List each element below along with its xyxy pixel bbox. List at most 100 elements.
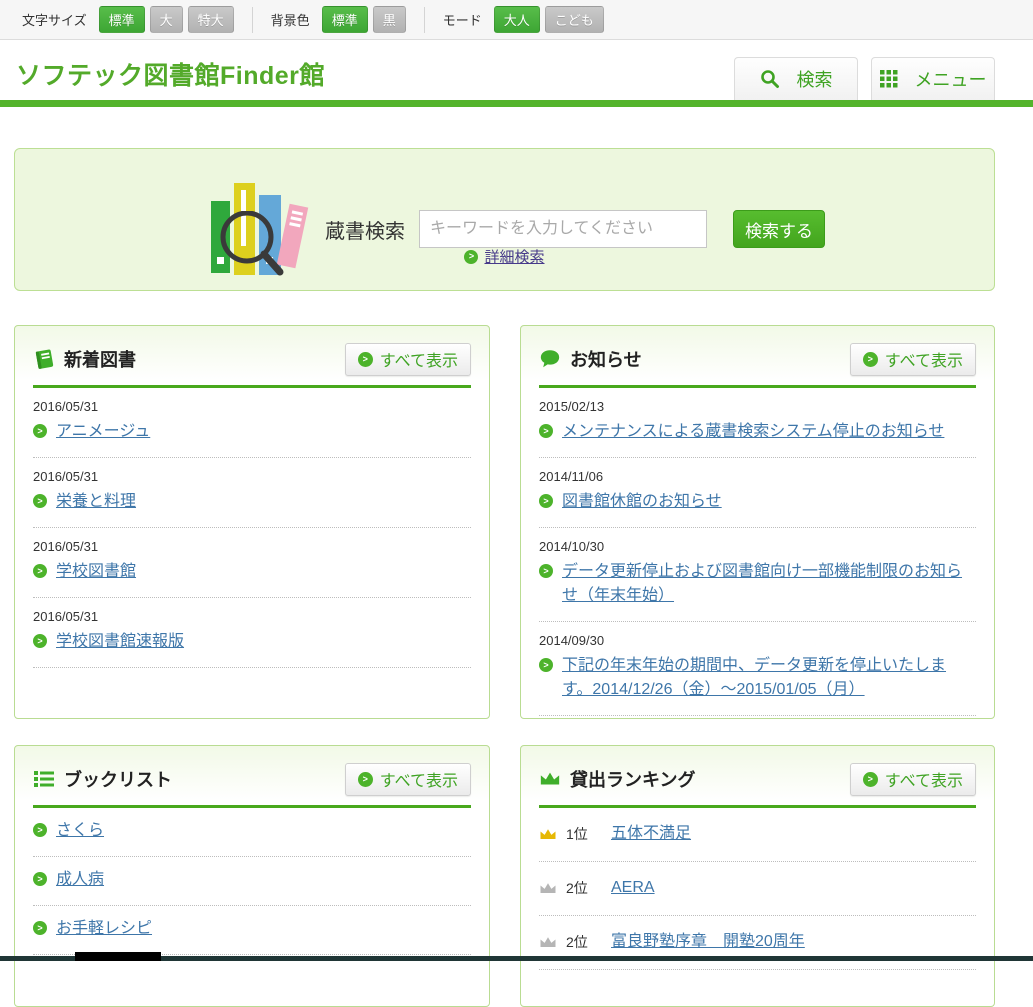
new-book-link[interactable]: 栄養と料理	[56, 490, 136, 514]
mode-kids-button[interactable]: こども	[545, 6, 604, 33]
advanced-search-link[interactable]: 詳細検索	[484, 246, 544, 267]
show-all-label: すべて表示	[380, 767, 458, 791]
panel-title-ranking: 貸出ランキング	[570, 766, 850, 792]
new-book-link[interactable]: 学校図書館速報版	[56, 630, 184, 654]
arrow-icon	[464, 250, 478, 264]
arrow-icon	[33, 823, 47, 837]
show-all-label: すべて表示	[885, 347, 963, 371]
show-all-news-button[interactable]: すべて表示	[850, 343, 976, 376]
news-link[interactable]: メンテナンスによる蔵書検索システム停止のお知らせ	[562, 420, 944, 444]
site-header: ソフテック図書館Finder館 検索	[0, 40, 1033, 100]
arrow-icon	[33, 921, 47, 935]
arrow-icon	[358, 772, 373, 787]
background-color-label: 背景色	[271, 10, 310, 29]
show-all-ranking-button[interactable]: すべて表示	[850, 763, 976, 796]
panel-title-news: お知らせ	[570, 346, 850, 372]
show-all-new-books-button[interactable]: すべて表示	[345, 343, 471, 376]
toolbar-divider	[424, 7, 425, 33]
bg-standard-button[interactable]: 標準	[322, 6, 368, 33]
font-size-large-button[interactable]: 大	[150, 6, 183, 33]
ranking-link[interactable]: AERA	[611, 876, 655, 900]
news-link[interactable]: 図書館休館のお知らせ	[562, 490, 722, 514]
list-item: 2014/10/30 データ更新停止および図書館向け一部機能制限のお知らせ（年末…	[539, 528, 976, 622]
rank-label: 2位	[566, 932, 602, 952]
booklist-link[interactable]: さくら	[56, 819, 104, 843]
new-book-link[interactable]: アニメージュ	[56, 420, 150, 444]
item-date: 2016/05/31	[33, 399, 471, 414]
font-size-xlarge-button[interactable]: 特大	[188, 6, 234, 33]
item-date: 2014/10/30	[539, 539, 976, 554]
list-item: さくら	[33, 808, 471, 857]
news-link[interactable]: 下記の年末年始の期間中、データ更新を停止いたします。2014/12/26（金）～…	[562, 654, 976, 702]
rank-label: 1位	[566, 824, 602, 844]
list-item: 2014/09/30 下記の年末年始の期間中、データ更新を停止いたします。201…	[539, 622, 976, 716]
list-icon	[33, 768, 55, 790]
arrow-icon	[33, 872, 47, 886]
arrow-icon	[863, 772, 878, 787]
arrow-icon	[863, 352, 878, 367]
ranking-link[interactable]: 五体不満足	[611, 822, 691, 846]
list-item: 2016/05/31 栄養と料理	[33, 458, 471, 528]
list-item: 2位 AERA	[539, 862, 976, 916]
mode-label: モード	[443, 10, 482, 29]
mode-adult-button[interactable]: 大人	[494, 6, 540, 33]
panel-news: お知らせ すべて表示 2015/02/13 メンテナンスによる蔵書検索システム停…	[520, 325, 995, 719]
brand-accent-bar	[0, 100, 1033, 107]
header-menu-label: メニュー	[915, 66, 987, 92]
list-item: 2位 富良野塾序章 開塾20周年	[539, 916, 976, 970]
book-icon	[33, 348, 55, 370]
news-link[interactable]: データ更新停止および図書館向け一部機能制限のお知らせ（年末年始）	[562, 560, 976, 608]
gold-crown-icon	[539, 828, 557, 841]
crown-icon	[539, 771, 561, 787]
panel-ranking: 貸出ランキング すべて表示 1位 五体不満足 2位 AERA 2位	[520, 745, 995, 1007]
show-all-label: すべて表示	[380, 347, 458, 371]
arrow-icon	[539, 658, 553, 672]
list-item: お手軽レシピ	[33, 906, 471, 955]
arrow-icon	[33, 634, 47, 648]
list-item: 2014/11/06 図書館休館のお知らせ	[539, 458, 976, 528]
books-magnifier-illustration	[211, 173, 303, 285]
bg-black-button[interactable]: 黒	[373, 6, 406, 33]
list-item: 2016/05/31 学校図書館速報版	[33, 598, 471, 668]
toolbar-divider	[252, 7, 253, 33]
font-size-group: 文字サイズ 標準 大 特大	[22, 6, 234, 33]
panel-title-booklist: ブックリスト	[64, 766, 345, 792]
new-book-link[interactable]: 学校図書館	[56, 560, 136, 584]
booklist-link[interactable]: お手軽レシピ	[56, 917, 152, 941]
arrow-icon	[33, 424, 47, 438]
arrow-icon	[358, 352, 373, 367]
rank-label: 2位	[566, 878, 602, 898]
item-date: 2016/05/31	[33, 609, 471, 624]
header-search-button[interactable]: 検索	[734, 57, 858, 100]
speech-bubble-icon	[539, 348, 561, 370]
accessibility-toolbar: 文字サイズ 標準 大 特大 背景色 標準 黒 モード 大人 こども	[0, 0, 1033, 40]
panel-title-new-books: 新着図書	[64, 346, 345, 372]
content-panels: 新着図書 すべて表示 2016/05/31 アニメージュ 2016/05/31 …	[14, 325, 995, 1007]
panel-new-books: 新着図書 すべて表示 2016/05/31 アニメージュ 2016/05/31 …	[14, 325, 490, 719]
list-item: 成人病	[33, 857, 471, 906]
background-color-group: 背景色 標準 黒	[271, 6, 406, 33]
silver-crown-icon	[539, 936, 557, 949]
item-date: 2014/09/30	[539, 633, 976, 648]
ranking-link[interactable]: 富良野塾序章 開塾20周年	[611, 930, 805, 954]
mode-group: モード 大人 こども	[443, 6, 604, 33]
font-size-label: 文字サイズ	[22, 10, 87, 29]
window-bottom-fragment	[75, 952, 161, 961]
list-item: 2016/05/31 学校図書館	[33, 528, 471, 598]
item-date: 2016/05/31	[33, 539, 471, 554]
panel-booklist: ブックリスト すべて表示 さくら 成人病 お手軽レシピ	[14, 745, 490, 1007]
list-item: 2016/05/31 アニメージュ	[33, 388, 471, 458]
booklist-link[interactable]: 成人病	[56, 868, 104, 892]
search-icon	[760, 69, 780, 89]
arrow-icon	[33, 494, 47, 508]
show-all-label: すべて表示	[885, 767, 963, 791]
header-menu-button[interactable]: メニュー	[871, 57, 995, 100]
silver-crown-icon	[539, 882, 557, 895]
list-item: 1位 五体不満足	[539, 808, 976, 862]
font-size-standard-button[interactable]: 標準	[99, 6, 145, 33]
search-submit-button[interactable]: 検索する	[733, 210, 825, 248]
site-title[interactable]: ソフテック図書館Finder館	[16, 56, 325, 92]
show-all-booklist-button[interactable]: すべて表示	[345, 763, 471, 796]
catalog-search-panel: 蔵書検索 検索する 詳細検索	[14, 148, 995, 291]
keyword-input[interactable]	[419, 210, 707, 248]
